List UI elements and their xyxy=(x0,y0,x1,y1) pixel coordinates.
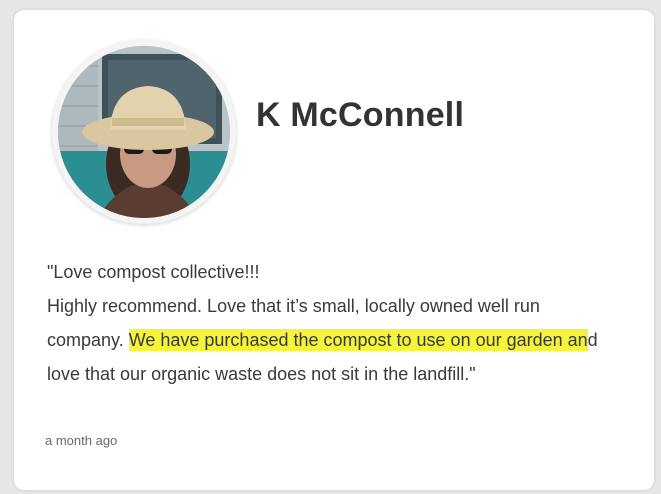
review-text: "Love compost collective!!! Highly recom… xyxy=(47,255,647,391)
highlighted-text: We have purchased the compost to use on … xyxy=(128,329,588,351)
reviewer-avatar xyxy=(52,40,236,224)
review-text-line: love that our organic waste does not sit… xyxy=(47,364,476,384)
avatar-photo-icon xyxy=(58,46,230,218)
review-text-line: "Love compost collective!!! xyxy=(47,262,260,282)
reviewer-name: K McConnell xyxy=(256,96,465,134)
review-text-line: Highly recommend. Love that it’s small, … xyxy=(47,296,540,316)
review-timestamp: a month ago xyxy=(45,433,118,448)
review-text-line: company. We have purchased the compost t… xyxy=(47,323,647,357)
screenshot-frame: K McConnell "Love compost collective!!! … xyxy=(0,0,661,494)
review-card: K McConnell "Love compost collective!!! … xyxy=(14,10,654,490)
review-text-segment: d xyxy=(587,330,598,350)
review-text-segment: company. xyxy=(47,330,129,350)
